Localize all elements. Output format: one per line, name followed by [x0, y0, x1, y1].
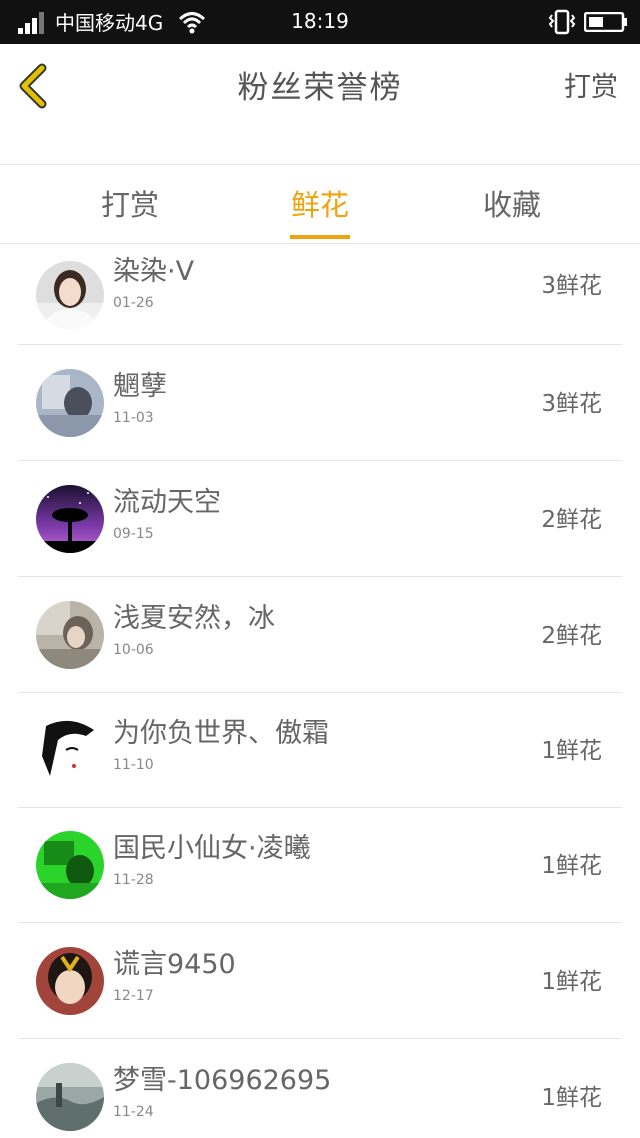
list-item[interactable]: 谎言9450 12-17 1鲜花 — [18, 923, 622, 1039]
battery-icon — [584, 12, 627, 32]
status-bar: 中国移动4G 18:19 — [0, 0, 640, 44]
fan-date: 11-03 — [113, 410, 154, 426]
list-item[interactable]: 为你负世界、傲霜 11-10 1鲜花 — [18, 692, 622, 808]
fan-date: 09-15 — [113, 526, 154, 542]
flower-count: 2鲜花 — [541, 623, 602, 649]
tab-label: 鲜花 — [290, 188, 349, 222]
avatar — [36, 484, 104, 553]
avatar — [36, 260, 104, 329]
fan-date: 11-28 — [113, 872, 154, 888]
fan-name: 谎言9450 — [113, 949, 236, 980]
vibrate-icon — [548, 9, 576, 35]
fan-name: 梦雪-106962695 — [113, 1065, 332, 1096]
list-item[interactable]: 梦雪-106962695 11-24 1鲜花 — [18, 1039, 622, 1138]
flower-count: 1鲜花 — [541, 969, 602, 995]
page-title: 粉丝荣誉榜 — [237, 70, 403, 106]
tab-active-indicator — [290, 235, 350, 239]
flower-count: 1鲜花 — [541, 1085, 602, 1111]
fan-name: 染染·V — [113, 256, 195, 287]
avatar — [36, 946, 104, 1015]
tab-flowers[interactable]: 鲜花 — [240, 165, 400, 243]
tab-tip[interactable]: 打赏 — [50, 165, 210, 243]
fan-list[interactable]: 染染·V 01-26 3鲜花 魍孽 11-03 3鲜花 流动天空 09-15 2… — [0, 244, 640, 1138]
flower-count: 1鲜花 — [541, 853, 602, 879]
avatar — [36, 368, 104, 437]
fan-name: 流动天空 — [113, 487, 221, 518]
flower-count: 2鲜花 — [541, 507, 602, 533]
fan-date: 11-10 — [113, 757, 154, 773]
fan-name: 为你负世界、傲霜 — [113, 718, 329, 749]
avatar — [36, 715, 104, 784]
fan-date: 10-06 — [113, 642, 154, 658]
avatar — [36, 830, 104, 899]
fan-name: 国民小仙女·凌曦 — [113, 833, 311, 864]
avatar — [36, 600, 104, 669]
list-item[interactable]: 染染·V 01-26 3鲜花 — [18, 244, 622, 345]
tab-label: 打赏 — [100, 188, 159, 222]
clock: 18:19 — [291, 9, 349, 33]
list-item[interactable]: 国民小仙女·凌曦 11-28 1鲜花 — [18, 807, 622, 923]
tab-favorites[interactable]: 收藏 — [432, 165, 592, 243]
fan-date: 12-17 — [113, 988, 154, 1004]
flower-count: 3鲜花 — [541, 273, 602, 299]
tab-bar: 打赏 鲜花 收藏 — [0, 165, 640, 244]
tab-label: 收藏 — [482, 188, 541, 222]
list-item[interactable]: 魍孽 11-03 3鲜花 — [18, 345, 622, 461]
list-item[interactable]: 流动天空 09-15 2鲜花 — [18, 461, 622, 577]
flower-count: 1鲜花 — [541, 738, 602, 764]
fan-date: 01-26 — [113, 295, 154, 311]
avatar — [36, 1062, 104, 1131]
fan-date: 11-24 — [113, 1104, 154, 1120]
fan-name: 浅夏安然，冰 — [113, 603, 275, 634]
tip-button[interactable]: 打赏 — [564, 68, 618, 108]
flower-count: 3鲜花 — [541, 391, 602, 417]
fan-name: 魍孽 — [113, 371, 167, 402]
list-item[interactable]: 浅夏安然，冰 10-06 2鲜花 — [18, 577, 622, 693]
